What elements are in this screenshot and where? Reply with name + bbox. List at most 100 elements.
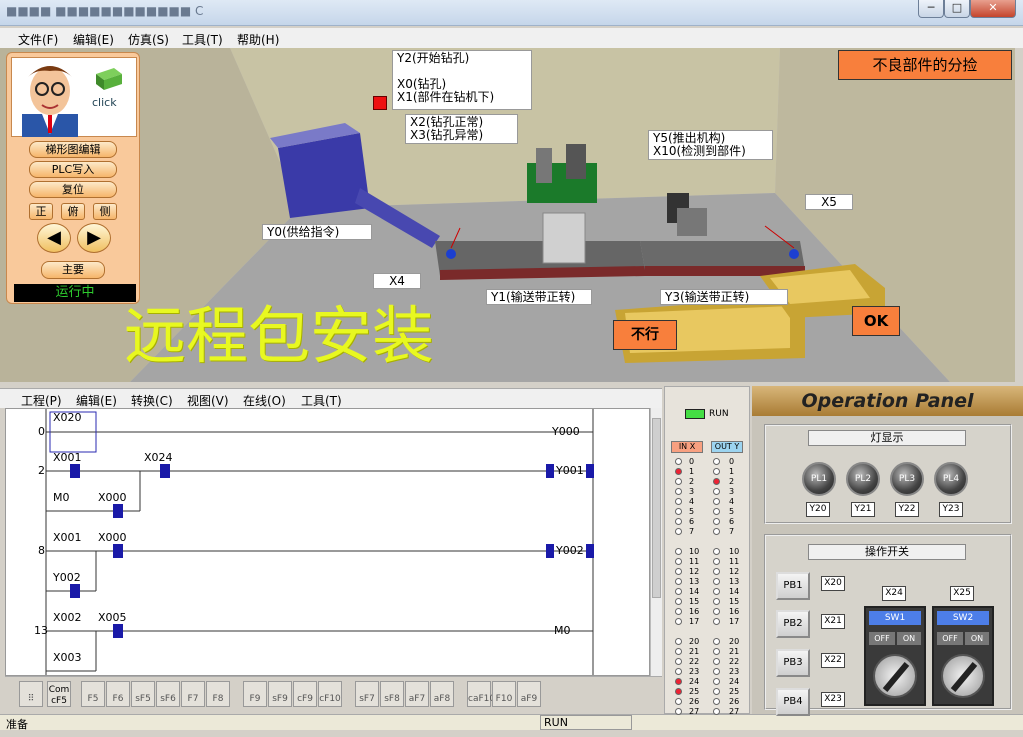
sw2-label: SW2 (937, 611, 989, 625)
fkey-af7[interactable]: aF7 (405, 681, 429, 707)
ladder-scrollbar[interactable] (650, 408, 662, 676)
fkey-af8[interactable]: aF8 (430, 681, 454, 707)
input-number: 23 (689, 667, 700, 676)
sw2-knob-icon[interactable] (941, 654, 985, 698)
menu-project[interactable]: 工程(P) (21, 392, 62, 409)
toolbar-grip-icon[interactable]: ⠿ (19, 681, 43, 707)
fkey-f6[interactable]: F6 (106, 681, 130, 707)
sw2-off[interactable]: OFF (937, 632, 963, 645)
sw1-switch[interactable]: SW1 OFF ON (864, 606, 926, 706)
menu-ladder-tools[interactable]: 工具(T) (301, 392, 342, 409)
sw1-knob-icon[interactable] (873, 654, 917, 698)
contact-label[interactable]: M0 (53, 491, 70, 504)
sw2-switch[interactable]: SW2 OFF ON (932, 606, 994, 706)
pb-tag: X20 (821, 576, 845, 591)
input-number: 5 (689, 507, 695, 516)
pb3-button[interactable]: PB3 (776, 649, 810, 677)
ng-button[interactable]: 不行 (613, 320, 677, 350)
contact-label[interactable]: X002 (53, 611, 82, 624)
sw-tag: X25 (950, 586, 974, 601)
ladder-diagram[interactable]: 0 X020 Y000 2 X001 X024 M0 X000 Y001 8 X… (5, 408, 650, 676)
sw1-on[interactable]: ON (897, 632, 921, 645)
book-icon[interactable] (94, 66, 124, 92)
contact-label[interactable]: X024 (144, 451, 173, 464)
fkey-sf6[interactable]: sF6 (156, 681, 180, 707)
contact-label[interactable]: X001 (53, 531, 82, 544)
ladder-edit-button[interactable]: 梯形图编辑 (29, 141, 117, 158)
pb4-button[interactable]: PB4 (776, 688, 810, 716)
fkey-cf9[interactable]: cF9 (293, 681, 317, 707)
menu-convert[interactable]: 转换(C) (131, 392, 173, 409)
ladder-menu-bar: 工程(P) 编辑(E) 转换(C) 视图(V) 在线(O) 工具(T) (0, 388, 662, 408)
output-led (713, 648, 720, 655)
maximize-button[interactable]: □ (944, 0, 970, 18)
fkey-sf9[interactable]: sF9 (268, 681, 292, 707)
menu-simulate[interactable]: 仿真(S) (128, 31, 169, 48)
output-number: 24 (729, 677, 740, 686)
contact-label[interactable]: X020 (53, 411, 82, 424)
coil-label[interactable]: Y000 (552, 425, 580, 438)
fkey-f9[interactable]: F9 (243, 681, 267, 707)
label-y3: Y3(输送带正转) (660, 289, 788, 305)
contact-label[interactable]: X001 (53, 451, 82, 464)
view-front-button[interactable]: 正 (29, 203, 53, 220)
view-side-button[interactable]: 侧 (93, 203, 117, 220)
menu-file[interactable]: 文件(F) (18, 31, 58, 48)
sw2-on[interactable]: ON (965, 632, 989, 645)
menu-view[interactable]: 视图(V) (187, 392, 229, 409)
main-button[interactable]: 主要 (41, 261, 105, 279)
output-number: 1 (729, 467, 735, 476)
rung-number: 8 (38, 544, 45, 557)
plc-write-button[interactable]: PLC写入 (29, 161, 117, 178)
sw1-off[interactable]: OFF (869, 632, 895, 645)
contact-label[interactable]: X000 (98, 491, 127, 504)
view-top-button[interactable]: 俯 (61, 203, 85, 220)
fkey-sf5[interactable]: sF5 (131, 681, 155, 707)
input-led (675, 488, 682, 495)
coil-label[interactable]: Y002 (556, 544, 584, 557)
contact-label[interactable]: X005 (98, 611, 127, 624)
rotate-right-icon[interactable]: ▶ (77, 223, 111, 253)
fkey-caf10[interactable]: caF10 (467, 681, 495, 707)
io-row: 22 22 (665, 657, 751, 667)
pb1-button[interactable]: PB1 (776, 572, 810, 600)
menu-help[interactable]: 帮助(H) (237, 31, 279, 48)
close-button[interactable]: ✕ (970, 0, 1016, 18)
io-row: 11 (665, 467, 751, 477)
rotate-left-icon[interactable]: ◀ (37, 223, 71, 253)
coil-label[interactable]: Y001 (556, 464, 584, 477)
fkey-cf10[interactable]: cF10 (318, 681, 342, 707)
io-row: 66 (665, 517, 751, 527)
click-label[interactable]: click (92, 96, 117, 109)
fkey-f8[interactable]: F8 (206, 681, 230, 707)
switch-section-title: 操作开关 (808, 544, 966, 560)
minimize-button[interactable]: ─ (918, 0, 944, 18)
io-row: 16 16 (665, 607, 751, 617)
pb-tag: X22 (821, 653, 845, 668)
menu-tools[interactable]: 工具(T) (182, 31, 223, 48)
input-number: 14 (689, 587, 700, 596)
output-led (713, 708, 720, 715)
fkey-sf7[interactable]: sF7 (355, 681, 379, 707)
contact-label[interactable]: Y002 (53, 571, 81, 584)
menu-edit[interactable]: 编辑(E) (73, 31, 114, 48)
sort-defective-button[interactable]: 不良部件的分捡 (838, 50, 1012, 80)
menu-online[interactable]: 在线(O) (243, 392, 286, 409)
fkey-sf8[interactable]: sF8 (380, 681, 404, 707)
fkey-f10[interactable]: F10 (492, 681, 516, 707)
scroll-thumb[interactable] (652, 418, 661, 598)
ok-button[interactable]: OK (852, 306, 900, 336)
fkey-com[interactable]: Com cF5 (47, 681, 71, 707)
fkey-f5[interactable]: F5 (81, 681, 105, 707)
reset-button[interactable]: 复位 (29, 181, 117, 198)
contact-label[interactable]: X003 (53, 651, 82, 664)
fkey-f7[interactable]: F7 (181, 681, 205, 707)
fkey-af9[interactable]: aF9 (517, 681, 541, 707)
input-number: 20 (689, 637, 700, 646)
contact-label[interactable]: X000 (98, 531, 127, 544)
input-led (675, 638, 682, 645)
pb2-button[interactable]: PB2 (776, 610, 810, 638)
coil-label[interactable]: M0 (554, 624, 571, 637)
output-led (713, 478, 720, 485)
menu-ladder-edit[interactable]: 编辑(E) (76, 392, 117, 409)
